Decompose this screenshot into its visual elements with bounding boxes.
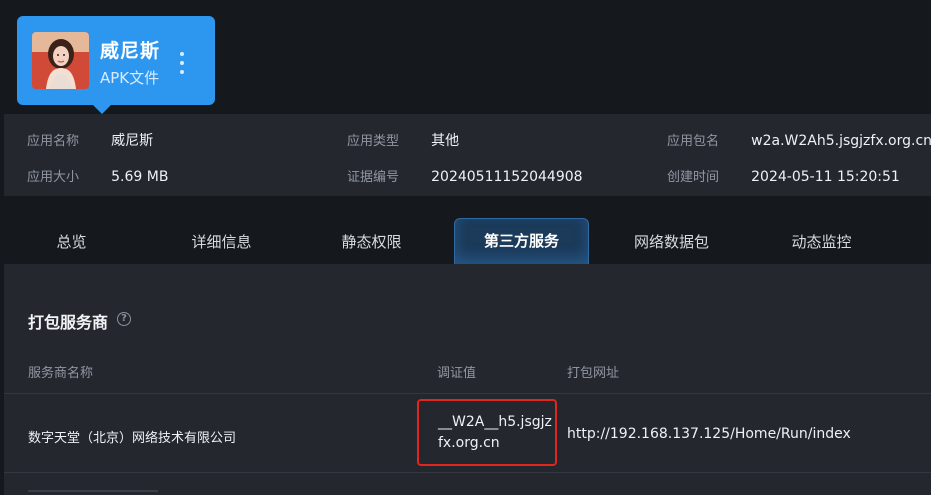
info-label: 应用包名 — [667, 134, 720, 149]
tab-overview[interactable]: 总览 — [4, 220, 139, 264]
info-value: 威尼斯 — [111, 133, 154, 149]
question-circle-icon[interactable]: ? — [117, 312, 131, 326]
app-info-panel: 应用名称 威尼斯 应用类型 其他 应用包名 w2a.W2Ah5.jsgjzfx.… — [4, 114, 931, 196]
section-title: 打包服务商 — [28, 313, 109, 332]
tab-details[interactable]: 详细信息 — [154, 220, 289, 264]
app-card[interactable]: 威尼斯 APK文件 — [17, 16, 215, 114]
page: 威尼斯 APK文件 应用名称 威尼斯 应用类型 其他 应用包名 w2a.W2Ah… — [0, 0, 931, 495]
tab-bar: 总览 详细信息 静态权限 第三方服务 网络数据包 动态监控 — [4, 216, 931, 264]
cell-provider: 数字天堂（北京）网络技术有限公司 — [28, 431, 237, 446]
tab-network-packets[interactable]: 网络数据包 — [604, 220, 739, 264]
info-value: 其他 — [431, 133, 460, 149]
info-evidence-number: 证据编号 20240511152044908 — [347, 166, 583, 185]
info-label: 应用名称 — [27, 134, 80, 149]
info-app-size: 应用大小 5.69 MB — [27, 166, 168, 185]
info-label: 应用类型 — [347, 134, 400, 149]
more-vertical-icon[interactable] — [177, 52, 187, 74]
divider — [4, 393, 931, 394]
info-app-type: 应用类型 其他 — [347, 130, 459, 150]
highlight-annotation — [417, 399, 557, 466]
info-value: w2a.W2Ah5.jsgjzfx.org.cn — [751, 133, 931, 149]
column-header-cert-value: 调证值 — [437, 366, 477, 381]
next-section-stub — [28, 490, 158, 495]
info-value: 5.69 MB — [111, 169, 169, 185]
tab-third-party-services[interactable]: 第三方服务 — [454, 218, 589, 264]
divider — [4, 472, 931, 473]
third-party-content: 打包服务商 ? 服务商名称 调证值 打包网址 数字天堂（北京）网络技术有限公司 … — [4, 264, 931, 495]
cell-url[interactable]: http://192.168.137.125/Home/Run/index — [567, 426, 851, 442]
app-file-type: APK文件 — [100, 69, 160, 87]
app-name: 威尼斯 — [100, 40, 161, 62]
info-label: 证据编号 — [347, 170, 400, 185]
column-header-provider: 服务商名称 — [28, 366, 94, 381]
info-label: 应用大小 — [27, 170, 80, 185]
app-icon — [32, 32, 89, 89]
info-package-name: 应用包名 w2a.W2Ah5.jsgjzfx.org.cn — [667, 130, 931, 149]
info-label: 创建时间 — [667, 170, 720, 185]
column-header-url: 打包网址 — [567, 366, 620, 381]
info-created-time: 创建时间 2024-05-11 15:20:51 — [667, 166, 900, 185]
tab-dynamic-monitoring[interactable]: 动态监控 — [754, 220, 889, 264]
info-app-name: 应用名称 威尼斯 — [27, 130, 153, 150]
info-value: 2024-05-11 15:20:51 — [751, 169, 900, 185]
tab-static-permissions[interactable]: 静态权限 — [304, 220, 439, 264]
info-value: 20240511152044908 — [431, 169, 583, 185]
